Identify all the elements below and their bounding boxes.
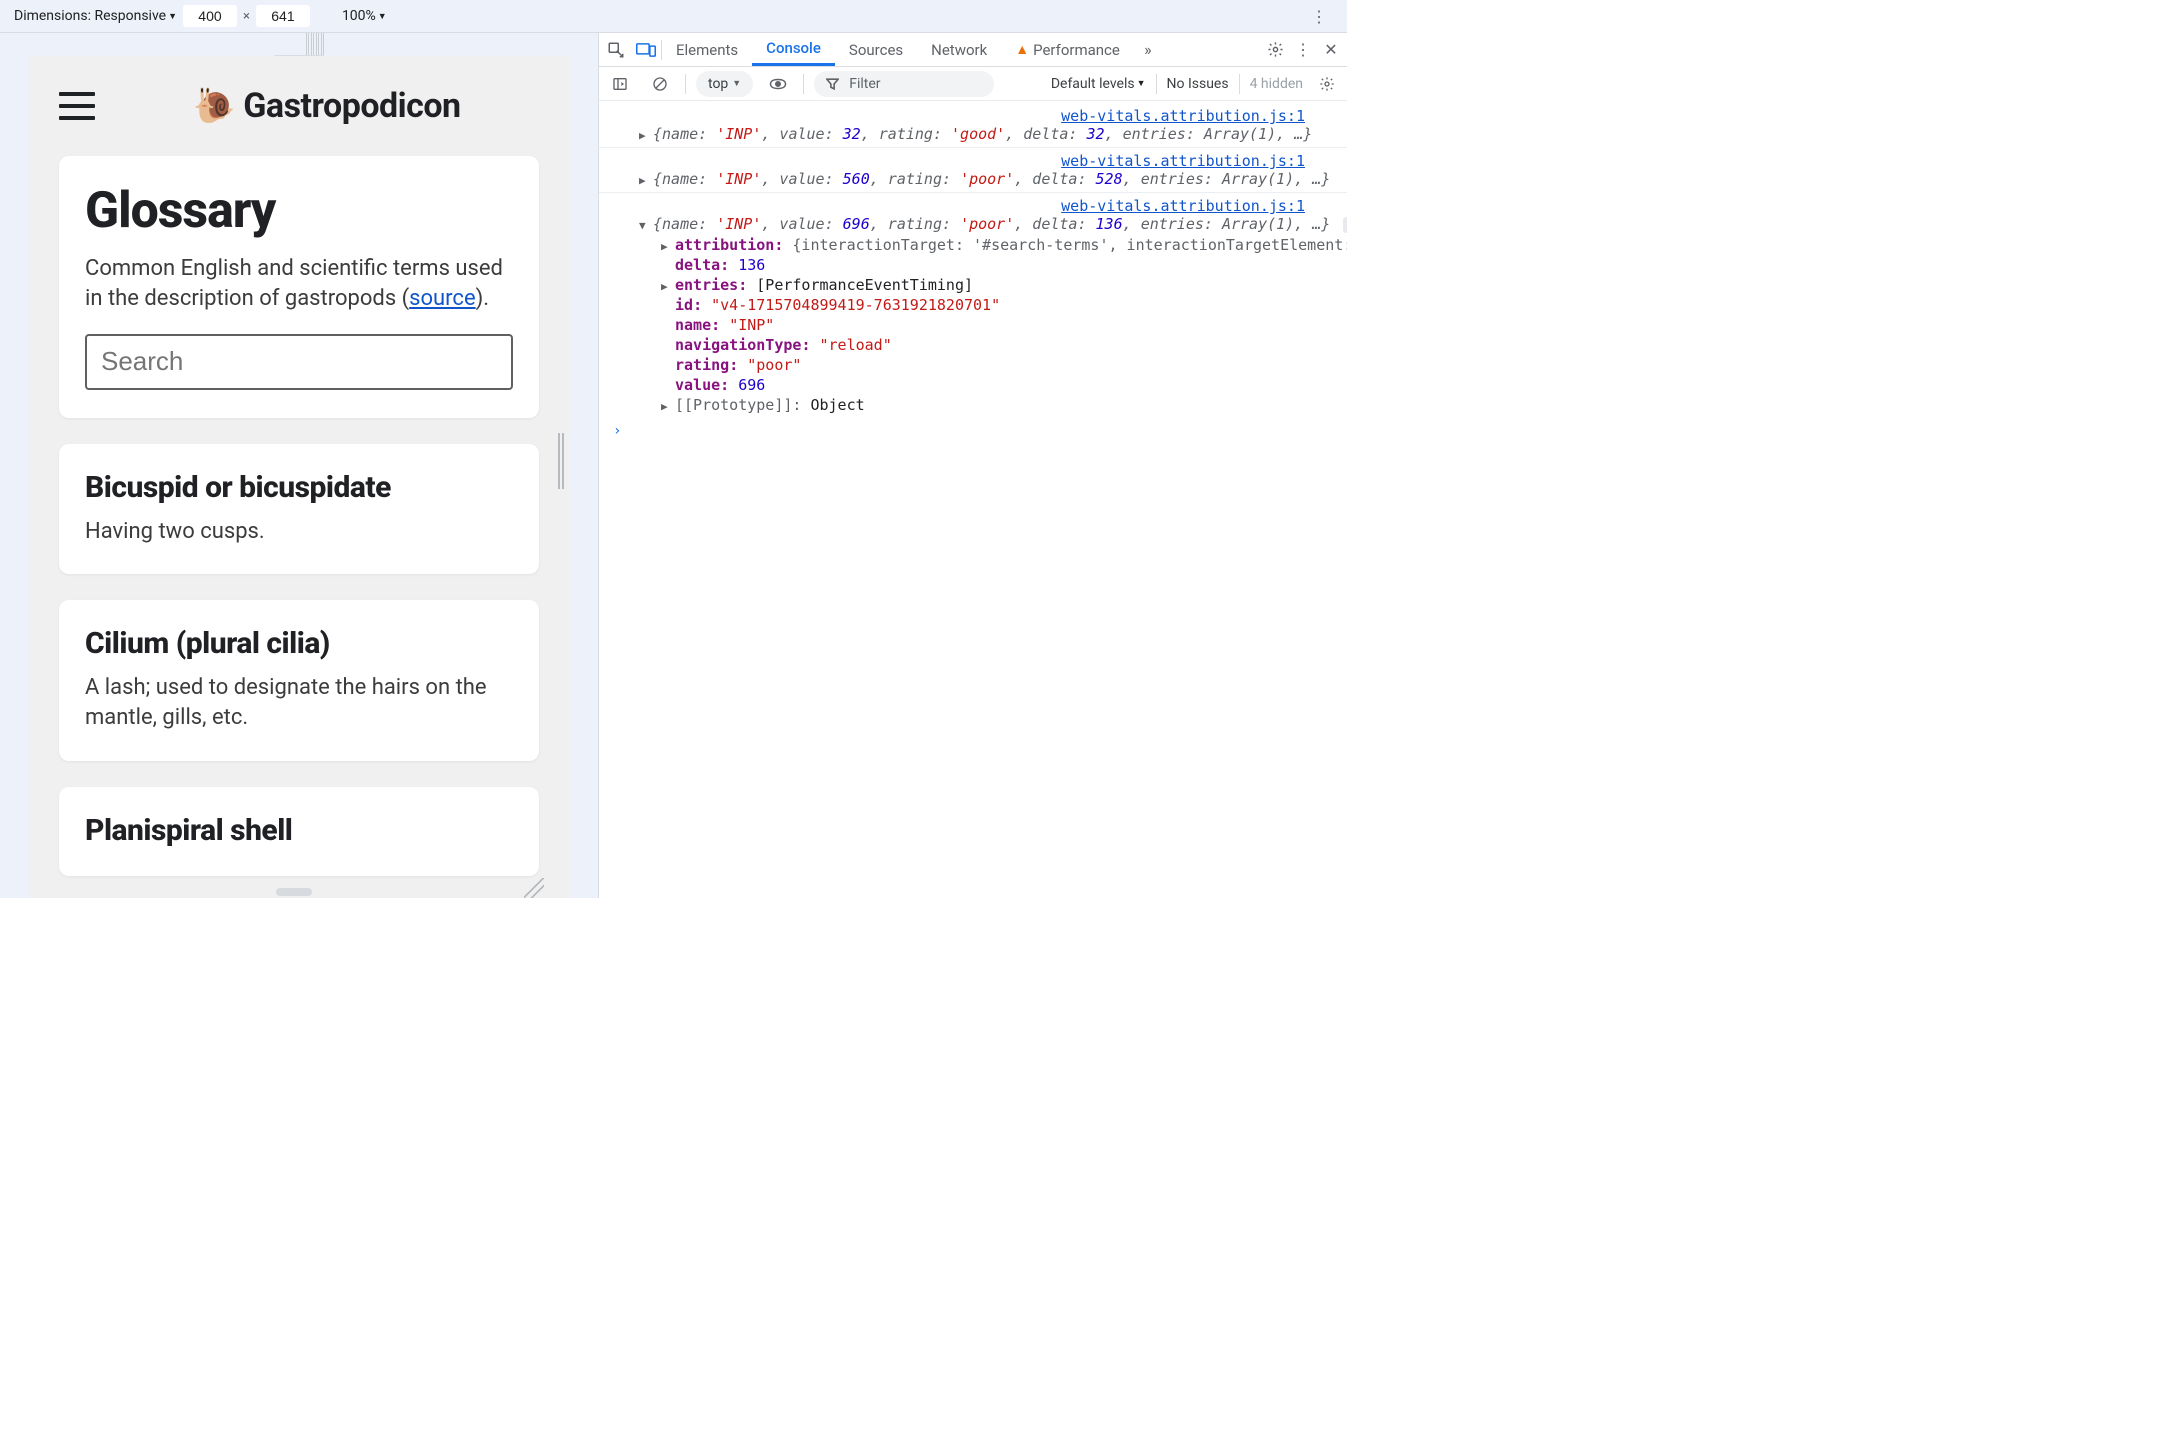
tabs-overflow-icon[interactable]: » — [1134, 36, 1162, 64]
console-toolbar: top▼ Filter Default levels▼ No Issues 4 … — [599, 67, 1347, 101]
warning-icon: ▲ — [1015, 41, 1029, 58]
source-link[interactable]: source — [409, 286, 475, 311]
source-file-link[interactable]: web-vitals.attribution.js:1 — [599, 195, 1347, 215]
tab-elements[interactable]: Elements — [662, 33, 752, 66]
search-input[interactable] — [85, 334, 513, 390]
dimensions-x: × — [243, 9, 250, 24]
log-levels-select[interactable]: Default levels▼ — [1051, 76, 1146, 92]
console-output: web-vitals.attribution.js:1 ▶{name: 'INP… — [599, 101, 1347, 898]
term-card: Bicuspid or bicuspidate Having two cusps… — [59, 444, 539, 575]
viewport-resize-bottom[interactable] — [276, 888, 312, 896]
console-prompt-icon[interactable]: › — [599, 417, 1347, 439]
info-icon[interactable]: i — [1343, 217, 1347, 233]
device-toolbar-more-icon[interactable]: ⋮ — [1307, 4, 1331, 28]
tab-sources[interactable]: Sources — [835, 33, 917, 66]
tab-performance[interactable]: ▲Performance — [1001, 33, 1134, 66]
tab-console[interactable]: Console — [752, 33, 835, 66]
device-viewport: 🐌 Gastropodicon Glossary Common English … — [0, 33, 598, 898]
page-title: Glossary — [85, 182, 513, 240]
dimensions-label[interactable]: Dimensions: Responsive▼ — [14, 8, 177, 24]
expanded-object: ▶attribution: {interactionTarget: '#sear… — [599, 235, 1347, 415]
device-toolbar: Dimensions: Responsive▼ × 100%▼ ⋮ — [0, 0, 1347, 33]
device-toggle-icon[interactable] — [631, 35, 661, 65]
filter-icon — [826, 78, 839, 90]
viewport-height-input[interactable] — [256, 5, 310, 27]
term-definition: A lash; used to designate the hairs on t… — [85, 673, 513, 732]
ruler — [274, 33, 324, 56]
filter-input[interactable]: Filter — [814, 71, 994, 97]
source-file-link[interactable]: web-vitals.attribution.js:1 — [599, 105, 1347, 125]
term-card: Planispiral shell — [59, 787, 539, 876]
glossary-description: Common English and scientific terms used… — [85, 254, 513, 313]
inspect-icon[interactable] — [601, 35, 631, 65]
sidebar-toggle-icon[interactable] — [605, 69, 635, 99]
source-file-link[interactable]: web-vitals.attribution.js:1 — [599, 150, 1347, 170]
live-expression-icon[interactable] — [763, 69, 793, 99]
console-log-expanded[interactable]: web-vitals.attribution.js:1 ▼{name: 'INP… — [599, 192, 1347, 417]
glossary-card: Glossary Common English and scientific t… — [59, 156, 539, 417]
console-log[interactable]: web-vitals.attribution.js:1 ▶{name: 'INP… — [599, 103, 1347, 147]
context-select[interactable]: top▼ — [696, 71, 753, 97]
viewport-resize-handle[interactable] — [558, 433, 566, 489]
console-log[interactable]: web-vitals.attribution.js:1 ▶{name: 'INP… — [599, 147, 1347, 192]
issues-status[interactable]: No Issues — [1167, 76, 1229, 92]
clear-console-icon[interactable] — [645, 69, 675, 99]
term-title: Planispiral shell — [85, 813, 513, 848]
snail-icon: 🐌 — [193, 86, 235, 126]
menu-icon[interactable] — [59, 92, 95, 120]
more-icon[interactable]: ⋮ — [1289, 36, 1317, 64]
devtools-panel: Elements Console Sources Network ▲Perfor… — [598, 33, 1347, 898]
term-card: Cilium (plural cilia) A lash; used to de… — [59, 600, 539, 760]
term-title: Cilium (plural cilia) — [85, 626, 513, 661]
viewport-resize-corner[interactable] — [524, 878, 544, 898]
close-icon[interactable]: ✕ — [1317, 36, 1345, 64]
viewport-width-input[interactable] — [183, 5, 237, 27]
term-definition: Having two cusps. — [85, 517, 513, 547]
term-title: Bicuspid or bicuspidate — [85, 470, 513, 505]
zoom-select[interactable]: 100%▼ — [342, 8, 387, 24]
hidden-count[interactable]: 4 hidden — [1250, 76, 1303, 92]
app-title: 🐌 Gastropodicon — [115, 86, 539, 126]
tab-network[interactable]: Network — [917, 33, 1001, 66]
settings-icon[interactable] — [1261, 36, 1289, 64]
console-settings-icon[interactable] — [1313, 70, 1341, 98]
devtools-tabs: Elements Console Sources Network ▲Perfor… — [599, 33, 1347, 67]
